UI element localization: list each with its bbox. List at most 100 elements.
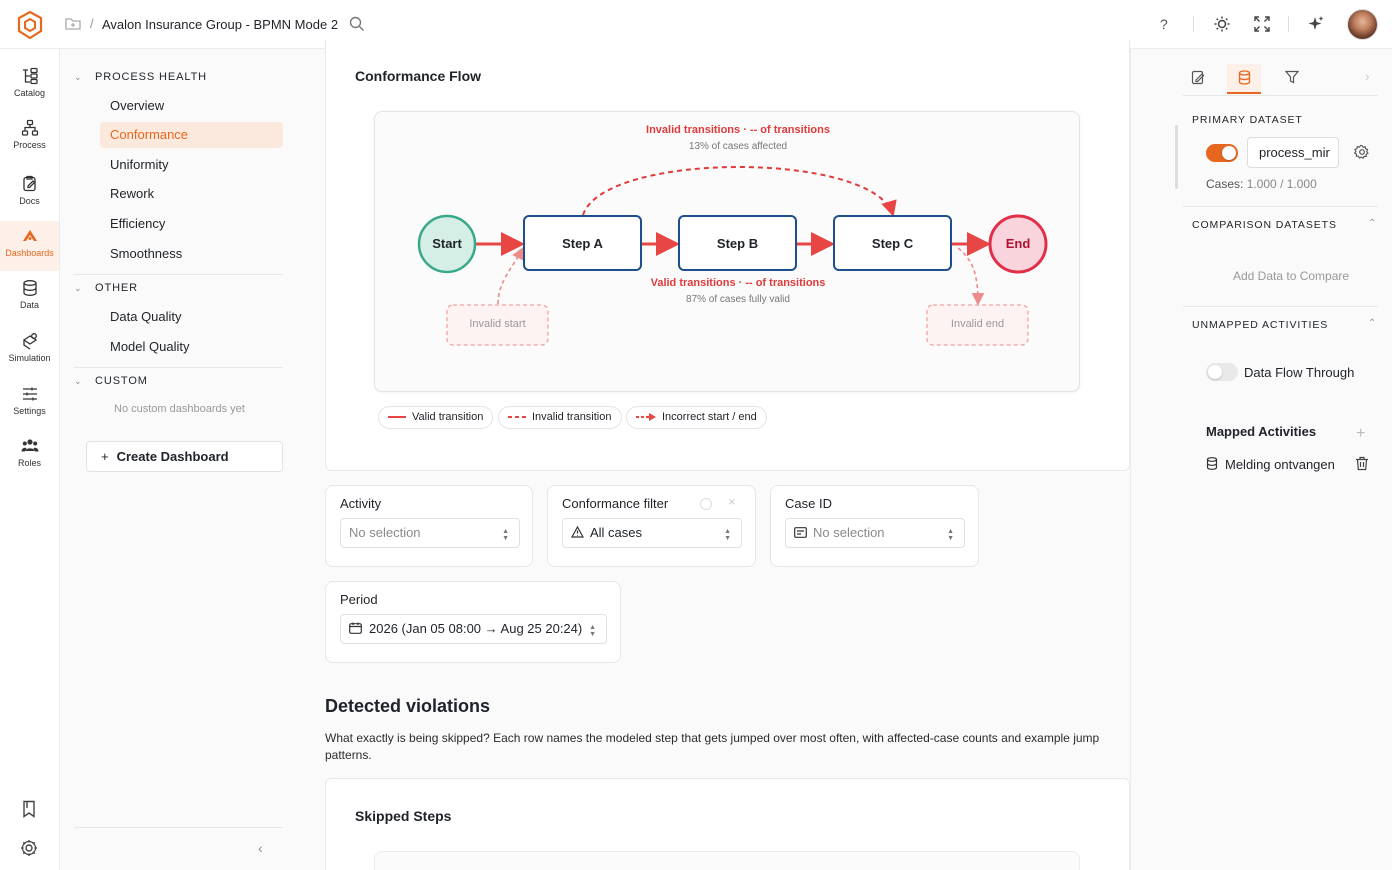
info-icon[interactable] [700, 498, 712, 510]
section-other[interactable]: ⌄ OTHER [74, 282, 138, 294]
rail-item-roles[interactable]: Roles [0, 431, 59, 481]
divider [74, 827, 283, 828]
rail-item-data[interactable]: Data [0, 273, 59, 323]
page-title[interactable]: Avalon Insurance Group - BPMN Mode 2 [102, 17, 338, 32]
period-filter-card: Period 2026 (Jan 05 08:00 → Aug 25 20:24… [325, 581, 621, 663]
create-dashboard-button[interactable]: + Create Dashboard [86, 441, 283, 472]
add-data-to-compare[interactable]: Add Data to Compare [1233, 269, 1349, 283]
data-flow-toggle[interactable] [1206, 363, 1238, 381]
case-id-value: No selection [813, 525, 885, 540]
mapped-item[interactable]: Melding ontvangen [1225, 457, 1335, 472]
activity-filter-label: Activity [340, 496, 382, 511]
chevron-right-icon[interactable]: › [1365, 68, 1370, 84]
breadcrumb-separator: / [90, 16, 94, 31]
fullscreen-icon[interactable] [1253, 15, 1271, 33]
collapse-panel-icon[interactable]: ‹ [258, 840, 263, 856]
activity-select[interactable]: No selection ▲ ▼ [340, 518, 520, 548]
invalid-end-edge [957, 247, 985, 306]
rail-label: Process [13, 140, 46, 150]
create-dashboard-label: Create Dashboard [116, 449, 229, 464]
rail-label: Catalog [13, 88, 46, 98]
clear-icon[interactable]: × [728, 494, 736, 509]
nav-item-model-quality[interactable]: Model Quality [100, 334, 283, 360]
end-node-label: End [1005, 236, 1031, 251]
flow-diagram-canvas [417, 166, 1048, 346]
folder-icon[interactable] [64, 16, 82, 32]
section-title: OTHER [95, 282, 138, 294]
user-avatar[interactable] [1347, 9, 1378, 40]
warning-icon [570, 525, 585, 538]
rail-item-simulation[interactable]: Simulation [0, 326, 59, 376]
nav-item-uniformity[interactable]: Uniformity [100, 152, 283, 178]
nav-item-conformance[interactable]: Conformance [100, 122, 283, 148]
bookmark-icon[interactable] [19, 799, 39, 819]
gear-icon[interactable] [1354, 144, 1370, 160]
activity-filter-card: Activity No selection ▲ ▼ [325, 485, 533, 567]
period-filter-label: Period [340, 592, 378, 607]
section-process-health[interactable]: ⌄ PROCESS HEALTH [74, 71, 207, 83]
help-icon[interactable]: ? [1160, 16, 1168, 32]
legend-invalid: Invalid transition [498, 406, 622, 429]
database-icon [1238, 70, 1251, 85]
catalog-icon [22, 67, 38, 85]
dataset-name-field[interactable]: process_mir [1247, 137, 1339, 168]
divider [74, 274, 283, 275]
case-id-filter-card: Case ID No selection ▲ ▼ [770, 485, 979, 567]
legend-label: Invalid transition [532, 411, 612, 423]
process-icon [21, 119, 38, 136]
divider [74, 367, 283, 368]
divider [1288, 16, 1289, 32]
nav-item-smoothness[interactable]: Smoothness [100, 241, 283, 267]
rail-label: Dashboards [5, 248, 54, 258]
conformance-filter-card: Conformance filter × All cases ▲ ▼ [547, 485, 756, 567]
search-icon[interactable] [349, 16, 365, 32]
chevron-up-icon[interactable]: ⌃ [1368, 318, 1376, 329]
rail-item-docs[interactable]: Docs [0, 169, 59, 219]
nav-item-data-quality[interactable]: Data Quality [100, 304, 283, 330]
chevron-updown-icon: ▲ ▼ [724, 528, 731, 542]
valid-transitions-sub: 87% of cases fully valid [686, 294, 790, 305]
cases-value: 1.000 / 1.000 [1246, 177, 1317, 191]
dashboards-icon [22, 230, 37, 241]
rail-item-settings[interactable]: Settings [0, 379, 59, 429]
chevron-updown-icon: ▲ ▼ [947, 528, 954, 542]
nav-item-overview[interactable]: Overview [100, 93, 283, 119]
filter-icon[interactable] [1285, 70, 1299, 84]
icon-rail: Catalog Process Docs Dashboards Data Sim… [0, 49, 60, 870]
invalid-transitions-title: Invalid transitions · -- of transitions [646, 124, 830, 136]
add-mapped-icon[interactable]: + [1356, 425, 1365, 443]
case-id-select[interactable]: No selection ▲ ▼ [785, 518, 965, 548]
comparison-datasets-title[interactable]: COMPARISON DATASETS [1192, 219, 1337, 231]
calendar-icon [349, 622, 362, 634]
conformance-select[interactable]: All cases ▲ ▼ [562, 518, 742, 548]
rail-label: Settings [13, 406, 46, 416]
chevron-up-icon[interactable]: ⌃ [1368, 218, 1376, 229]
primary-dataset-toggle[interactable] [1206, 144, 1238, 162]
section-title: PROCESS HEALTH [95, 71, 208, 83]
id-card-icon [794, 527, 807, 538]
theme-sun-icon[interactable] [1213, 15, 1231, 33]
rail-item-process[interactable]: Process [0, 113, 59, 163]
edit-doc-icon[interactable] [1191, 70, 1206, 85]
gear-icon[interactable] [19, 838, 39, 858]
chevron-down-icon: ⌄ [74, 376, 83, 386]
step-c-label: Step C [871, 236, 914, 251]
legend-dashed-line-icon [508, 416, 526, 419]
cases-label: Cases: [1206, 177, 1244, 191]
rail-item-dashboards[interactable]: Dashboards [0, 221, 59, 271]
rail-item-catalog[interactable]: Catalog [0, 61, 59, 111]
period-select[interactable]: 2026 (Jan 05 08:00 → Aug 25 20:24) ▲ ▼ [340, 614, 607, 644]
section-custom[interactable]: ⌄ CUSTOM [74, 375, 148, 387]
period-value: 2026 (Jan 05 08:00 → Aug 25 20:24) [369, 621, 583, 636]
unmapped-activities-title[interactable]: UNMAPPED ACTIVITIES [1192, 319, 1328, 331]
app-logo[interactable] [16, 10, 44, 40]
skipped-steps-title: Skipped Steps [355, 808, 452, 824]
toggle-knob [1222, 146, 1236, 160]
sparkle-icon[interactable] [1307, 15, 1325, 33]
rail-label: Docs [19, 196, 40, 206]
scrollbar[interactable] [1175, 125, 1178, 189]
nav-item-efficiency[interactable]: Efficiency [100, 211, 283, 237]
legend-incorrect: Incorrect start / end [626, 406, 767, 429]
nav-item-rework[interactable]: Rework [100, 181, 283, 207]
trash-icon[interactable] [1355, 456, 1369, 471]
